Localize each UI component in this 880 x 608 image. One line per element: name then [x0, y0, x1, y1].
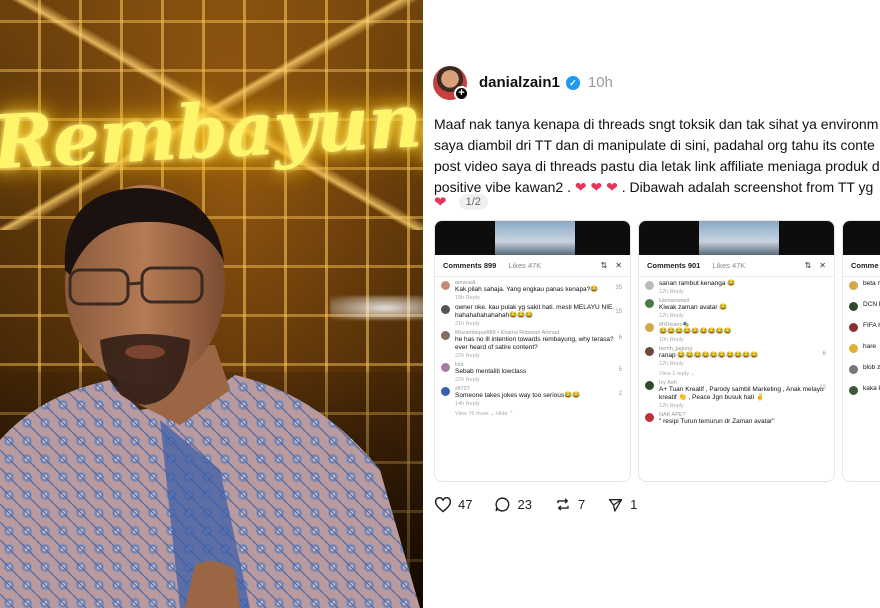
likes-tab: Likes 47K: [508, 261, 542, 270]
share-count: 1: [630, 497, 638, 512]
repost-icon: [557, 498, 569, 511]
comment: sanan rambut kenanga 😂 12h Reply: [639, 277, 834, 295]
screenshot-card[interactable]: Comments 901 Likes 47K ⇅ ✕ sanan rambut …: [638, 220, 835, 482]
comment: lola Sebab mentaliti lowclass 22h Reply 5: [435, 359, 630, 383]
screenshot-card[interactable]: Comments 899 Likes 47K ⇅ ✕ amanaA Kak pil…: [434, 220, 631, 482]
action-bar: 47 23 7 1: [434, 496, 637, 513]
comments-header: Comme: [843, 255, 880, 277]
comments-tab: Comme: [851, 261, 879, 270]
video-thumbnail: [639, 221, 834, 255]
send-icon: [609, 498, 623, 512]
comment-button[interactable]: 23: [494, 496, 532, 513]
video-thumbnail: [435, 221, 630, 255]
verified-badge-icon: ✓: [565, 75, 580, 90]
heart-emoji-icon: ❤: [434, 194, 447, 211]
comment: bertih_jagung ranap 😂😂😂😂😂😂😂😂😂😂 12h Reply 6: [639, 343, 834, 367]
post-line: saya diambil dri TT dan di manipulate di…: [434, 137, 875, 153]
comments-header: Comments 899 Likes 47K ⇅ ✕: [435, 255, 630, 277]
post-body: Maaf nak tanya kenapa di threads sngt to…: [434, 114, 880, 198]
post-time: 10h: [587, 74, 613, 91]
close-icon: ✕: [819, 261, 826, 270]
comment: zfl727 Someone takes jokes way too seriou…: [435, 383, 630, 407]
close-icon: ✕: [615, 261, 622, 270]
comment-icon: [495, 497, 510, 512]
video-frame: Rembayung: [0, 0, 423, 608]
post-header: danialzain1 ✓ 10h: [479, 74, 613, 91]
comment: Icy Ash A+ Tuan Kreatif , Parody sambil M…: [639, 377, 834, 409]
repost-button[interactable]: 7: [554, 496, 585, 513]
comment: MrDwano🎭 😂😂😂😂😂😂😂😂😂 10h Reply: [639, 319, 834, 343]
filter-icon: ⇅: [600, 261, 608, 270]
comments-tab: Comments 899: [443, 261, 497, 270]
comment: owner oke. kau pulak yg sakit hati. mest…: [435, 301, 630, 327]
video-thumbnail: [843, 221, 880, 255]
image-pager: 1/2: [458, 194, 488, 210]
username[interactable]: danialzain1: [479, 74, 560, 91]
screenshot-card[interactable]: Comme beta mam DCN Pack FIFA Haha hare b…: [842, 220, 880, 482]
view-replies[interactable]: View 1 reply ⌄: [639, 367, 834, 377]
comment: hare: [843, 340, 880, 353]
comment: NAK APE? " resipi Turun temurun dr Zaman …: [639, 409, 834, 426]
filter-icon: ⇅: [804, 261, 812, 270]
comment: DCN Pack: [843, 298, 880, 311]
comments-tab: Comments 901: [647, 261, 701, 270]
repost-count: 7: [577, 497, 586, 512]
comment: blob zaman: [843, 361, 880, 374]
view-more-replies[interactable]: View 76 more ⌄ Hide ⌃: [435, 407, 630, 417]
comment: kaka kala: [843, 382, 880, 395]
post-line-part: . Dibawah adalah screenshot from TT yg: [621, 179, 874, 195]
share-button[interactable]: 1: [607, 497, 637, 513]
comment: Mozambique888 • Khairul Ridzwan Ahmad he …: [435, 327, 630, 359]
comment-count: 23: [517, 497, 532, 512]
comment: amanaA Kak pilah sahaja. Yang engkau pana…: [435, 277, 630, 301]
post-line: positive vibe kawan2 . ❤ ❤ ❤ . Dibawah a…: [434, 177, 880, 198]
heart-icon: [434, 496, 452, 513]
like-button[interactable]: 47: [434, 496, 473, 513]
likes-tab: Likes 47K: [712, 261, 746, 270]
post-line: post video saya di threads pastu dia let…: [434, 158, 880, 174]
comments-header: Comments 901 Likes 47K ⇅ ✕: [639, 255, 834, 277]
comment: FIFA Haha: [843, 319, 880, 332]
comment: beta mam: [843, 277, 880, 290]
like-count: 47: [458, 497, 473, 512]
threads-post: + danialzain1 ✓ 10h Maaf nak tanya kenap…: [423, 0, 880, 608]
post-line: Maaf nak tanya kenapa di threads sngt to…: [434, 116, 879, 132]
post-footer-row: ❤ 1/2: [434, 193, 488, 211]
comment: lukmanwazil Kiwak zaman avatar 😂 12h Reply: [639, 295, 834, 319]
heart-emoji-icon: ❤ ❤ ❤: [574, 179, 618, 195]
follow-plus-icon[interactable]: +: [454, 86, 469, 101]
speaker-person: [0, 185, 420, 608]
